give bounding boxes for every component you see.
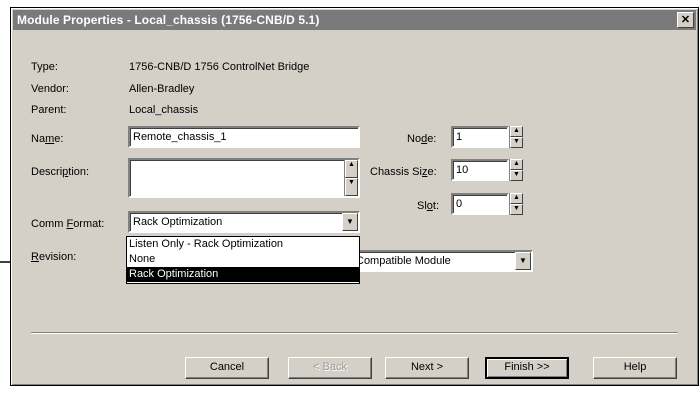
spin-up-icon[interactable]: ▲ [510,159,523,170]
spin-up-icon[interactable]: ▲ [510,193,523,204]
divider [31,332,678,334]
chassis-size-label: Chassis Size: [370,166,437,178]
description-label: Description: [31,166,90,178]
comm-format-select[interactable]: Rack Optimization [128,211,360,233]
cancel-button[interactable]: Cancel [185,357,269,379]
module-properties-dialog: Module Properties - Local_chassis (1756-… [10,7,699,386]
chassis-size-spinner[interactable]: ▲ ▼ [509,159,523,181]
spin-down-icon[interactable]: ▼ [510,170,523,181]
node-label: Node: [407,133,437,145]
help-button[interactable]: Help [593,357,677,379]
electronic-keying-select[interactable]: Compatible Module [351,250,533,272]
scroll-up-icon[interactable]: ▲ [345,160,358,178]
keying-chevron-down-icon[interactable]: ▼ [515,252,531,270]
comm-format-option[interactable]: None [127,252,359,267]
node-spinner[interactable]: ▲ ▼ [509,126,523,148]
next-button[interactable]: Next > [385,357,469,379]
spin-down-icon[interactable]: ▼ [510,204,523,215]
finish-button[interactable]: Finish >> [485,357,569,379]
parent-value: Local_chassis [129,104,199,116]
scroll-down-icon[interactable]: ▼ [345,178,358,196]
type-value: 1756-CNB/D 1756 ControlNet Bridge [129,61,310,73]
window-title: Module Properties - Local_chassis (1756-… [17,13,320,27]
description-textarea[interactable] [128,158,360,198]
revision-label: Revision: [31,251,77,263]
close-icon[interactable]: ✕ [677,12,694,28]
slot-spinner[interactable]: ▲ ▼ [509,193,523,215]
chassis-size-input[interactable]: 10 [451,159,509,181]
spin-up-icon[interactable]: ▲ [510,126,523,137]
comm-format-option[interactable]: Listen Only - Rack Optimization [127,237,359,252]
comm-format-dropdown-list: Listen Only - Rack Optimization None Rac… [126,236,360,284]
node-input[interactable]: 1 [451,126,509,148]
chevron-down-icon[interactable]: ▼ [342,213,358,231]
parent-label: Parent: [31,104,67,116]
back-button[interactable]: < Back [288,357,372,379]
spin-down-icon[interactable]: ▼ [510,137,523,148]
title-bar: Module Properties - Local_chassis (1756-… [13,10,696,30]
type-label: Type: [31,61,58,73]
comm-format-label: Comm Format: [31,218,105,230]
slot-label: Slot: [417,200,440,212]
slot-input[interactable]: 0 [451,193,509,215]
vendor-value: Allen-Bradley [129,83,195,95]
description-scrollbar[interactable]: ▲ ▼ [344,160,358,196]
name-label: Name: [31,133,64,145]
name-input[interactable]: Remote_chassis_1 [128,126,360,148]
vendor-label: Vendor: [31,83,69,95]
comm-format-option-selected[interactable]: Rack Optimization [127,267,359,282]
